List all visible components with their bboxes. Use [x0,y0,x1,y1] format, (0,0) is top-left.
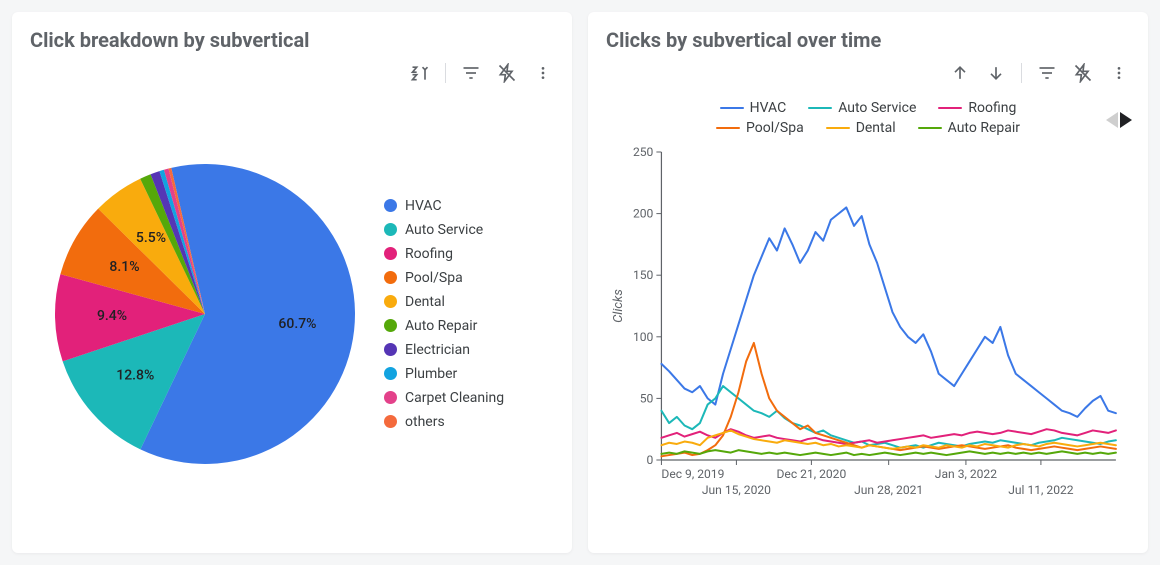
legend-label: Pool/Spa [746,120,804,136]
pie-slice-label: 8.1% [109,259,139,275]
filter-icon[interactable] [1036,62,1058,84]
legend-swatch [716,127,740,130]
more-options-icon[interactable] [532,62,554,84]
pie-slice-label: 5.5% [136,229,166,245]
legend-item[interactable]: HVAC [384,198,544,214]
legend-item[interactable]: HVAC [720,100,787,116]
y-tick-label: 50 [640,391,654,405]
card-line: Clicks by subvertical over time HVAC Auto… [588,12,1148,553]
pie-legend: HVAC Auto Service Roofing Pool/Spa Dental Aut… [384,198,554,430]
card-pie-title: Click breakdown by subvertical [30,28,554,52]
line-series[interactable] [661,207,1115,416]
y-tick-label: 200 [633,207,654,221]
toolbar-separator [445,63,446,83]
legend-swatch [384,199,397,212]
pie-chart: 60.7% 12.8% 9.4% 8.1% 5.5% [40,149,370,479]
card-line-title: Clicks by subvertical over time [606,28,1130,52]
legend-label: Plumber [405,366,457,382]
x-tick-label: Jun 28, 2021 [854,483,923,497]
card-pie-toolbar [409,62,554,84]
arrow-down-icon[interactable] [985,62,1007,84]
legend-item[interactable]: Roofing [384,246,544,262]
filter-icon[interactable] [460,62,482,84]
legend-item[interactable]: Roofing [938,100,1016,116]
legend-swatch [384,295,397,308]
legend-label: HVAC [405,198,442,214]
legend-item[interactable]: Auto Repair [918,120,1020,136]
legend-swatch [938,107,962,110]
line-legend: HVAC Auto Service Roofing Pool/Spa Dental Aut… [678,100,1058,136]
legend-item[interactable]: Auto Repair [384,318,544,334]
sort-az-icon[interactable] [409,62,431,84]
x-tick-label: Dec 21, 2020 [777,467,847,481]
legend-swatch [384,319,397,332]
legend-label: Roofing [968,100,1016,116]
pie-slice-label: 9.4% [97,308,127,324]
legend-item[interactable]: Auto Service [808,100,916,116]
legend-label: Roofing [405,246,453,262]
legend-label: others [405,414,445,430]
line-chart: 0 50 100 150 200 250 Clicks Dec 9, 2019 Dec 21, … [606,142,1130,512]
toolbar-separator [1021,63,1022,83]
pie-slice-label: 12.8% [116,367,154,383]
legend-label: Auto Repair [948,120,1020,136]
y-tick-label: 0 [647,453,654,467]
legend-item[interactable]: others [384,414,544,430]
x-tick-label: Dec 9, 2019 [661,467,724,481]
line-series[interactable] [661,430,1115,448]
y-tick-label: 150 [633,268,654,282]
legend-swatch [384,367,397,380]
legend-swatch [808,107,832,110]
legend-swatch [384,391,397,404]
pie-chart-body: 60.7% 12.8% 9.4% 8.1% 5.5% HVAC Auto Service R… [30,90,554,537]
legend-label: Auto Service [405,222,483,238]
legend-swatch [384,343,397,356]
legend-nav-arrows [1106,112,1132,128]
x-tick-label: Jul 11, 2022 [1008,483,1074,497]
x-tick-label: Jun 15, 2020 [702,483,771,497]
legend-next-icon[interactable] [1120,112,1132,128]
legend-swatch [384,223,397,236]
line-series[interactable] [661,450,1115,455]
line-chart-body: HVAC Auto Service Roofing Pool/Spa Dental Aut… [606,100,1130,537]
legend-label: Electrician [405,342,470,358]
legend-label: Carpet Cleaning [405,390,504,406]
arrow-up-icon[interactable] [949,62,971,84]
legend-item[interactable]: Dental [826,120,896,136]
legend-label: HVAC [750,100,787,116]
legend-label: Auto Repair [405,318,477,334]
legend-label: Pool/Spa [405,270,463,286]
legend-item[interactable]: Carpet Cleaning [384,390,544,406]
legend-item[interactable]: Auto Service [384,222,544,238]
line-series[interactable] [661,386,1115,448]
legend-prev-icon[interactable] [1106,112,1118,128]
more-options-icon[interactable] [1108,62,1130,84]
legend-label: Dental [405,294,445,310]
legend-item[interactable]: Electrician [384,342,544,358]
y-tick-label: 100 [633,330,654,344]
card-pie: Click breakdown by subvertical 60.7% 12.8… [12,12,572,553]
flash-off-icon[interactable] [496,62,518,84]
card-line-toolbar [949,62,1130,84]
legend-label: Dental [856,120,896,136]
legend-swatch [918,127,942,130]
legend-swatch [720,107,744,110]
legend-item[interactable]: Pool/Spa [384,270,544,286]
y-axis-title: Clicks [611,289,626,323]
legend-label: Auto Service [838,100,916,116]
flash-off-icon[interactable] [1072,62,1094,84]
legend-item[interactable]: Dental [384,294,544,310]
legend-swatch [384,415,397,428]
pie-slice-label: 60.7% [278,315,316,331]
legend-item[interactable]: Plumber [384,366,544,382]
y-tick-label: 250 [633,145,654,159]
x-tick-label: Jan 3, 2022 [935,467,997,481]
legend-swatch [384,271,397,284]
legend-item[interactable]: Pool/Spa [716,120,804,136]
legend-swatch [384,247,397,260]
legend-swatch [826,127,850,130]
